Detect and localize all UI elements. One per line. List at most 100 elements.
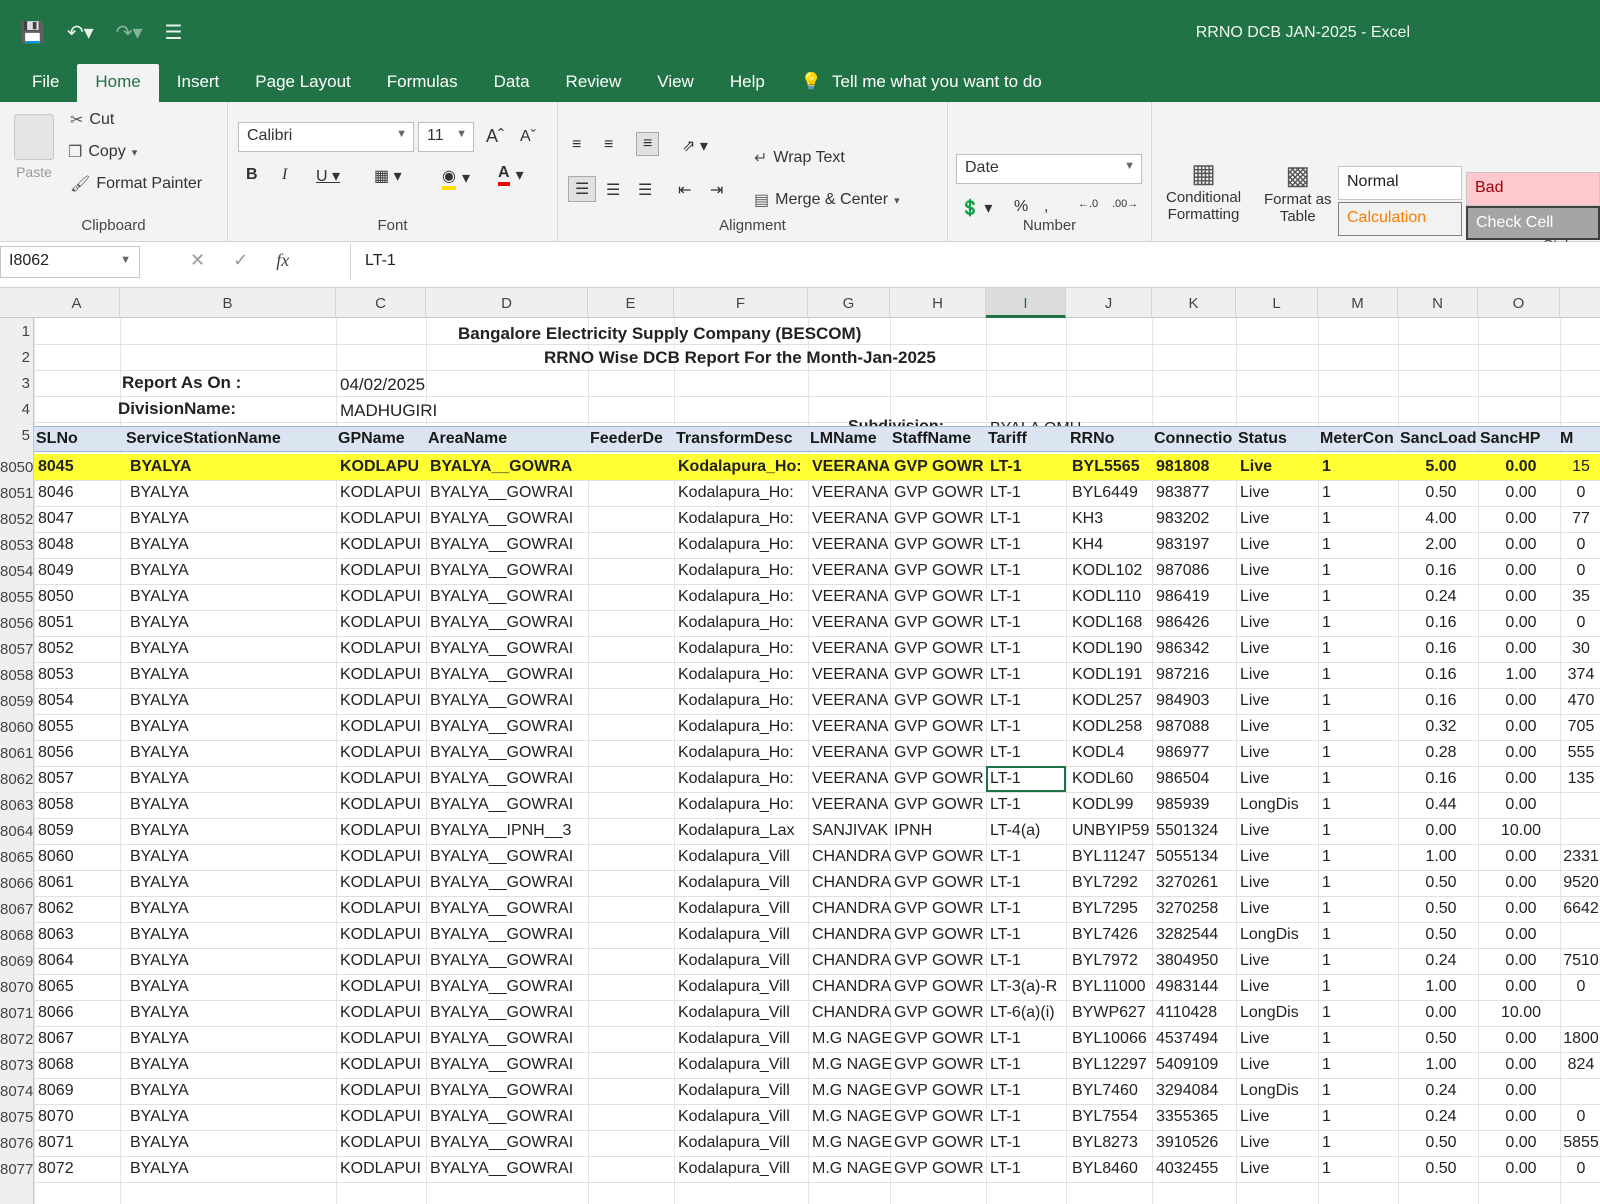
table-cell-sl2[interactable]: 0.50 xyxy=(1402,896,1480,922)
formula-input[interactable]: LT-1 xyxy=(350,244,1600,280)
table-cell-ss[interactable]: BYALYA xyxy=(130,896,340,922)
table-cell-status[interactable]: LongDis xyxy=(1240,922,1320,948)
table-cell-staff[interactable]: GVP GOWR xyxy=(894,1156,988,1182)
copy-button[interactable]: ❐ Copy ▾ xyxy=(68,142,137,162)
table-cell-hp[interactable]: 0.00 xyxy=(1482,870,1560,896)
table-cell-staff[interactable]: GVP GOWR xyxy=(894,974,988,1000)
table-cell-rrno[interactable]: BYL6449 xyxy=(1072,480,1154,506)
table-cell-tariff[interactable]: LT-1 xyxy=(990,1078,1070,1104)
table-cell-mc[interactable]: 1 xyxy=(1322,870,1400,896)
table-cell-conn[interactable]: 986426 xyxy=(1156,610,1238,636)
table-cell-conn[interactable]: 987216 xyxy=(1156,662,1238,688)
table-cell-rrno[interactable]: KH4 xyxy=(1072,532,1154,558)
fill-color-icon[interactable]: ◉ ▾ xyxy=(442,166,470,190)
table-cell-status[interactable]: Live xyxy=(1240,870,1320,896)
table-cell-m[interactable]: 77 xyxy=(1562,506,1600,532)
redo-icon[interactable]: ↷▾ xyxy=(116,20,143,45)
currency-icon[interactable]: 💲 ▾ xyxy=(960,198,992,218)
tell-me-box[interactable]: 💡 Tell me what you want to do xyxy=(783,64,1056,102)
table-cell-hp[interactable]: 0.00 xyxy=(1482,532,1560,558)
table-cell-rrno[interactable]: BYL7295 xyxy=(1072,896,1154,922)
table-cell-sl2[interactable]: 2.00 xyxy=(1402,532,1480,558)
top-align-icon[interactable]: ≡ xyxy=(572,136,581,154)
table-cell-sl[interactable]: 8050 xyxy=(38,584,126,610)
table-cell-staff[interactable]: GVP GOWR xyxy=(894,506,988,532)
column-header-b[interactable]: B xyxy=(120,288,336,318)
paste-button[interactable]: Paste xyxy=(14,114,54,180)
table-cell-ss[interactable]: BYALYA xyxy=(130,688,340,714)
table-cell-gp[interactable]: KODLAPUI xyxy=(340,610,428,636)
middle-align-icon[interactable]: ≡ xyxy=(604,136,613,154)
comma-icon[interactable]: , xyxy=(1044,198,1048,216)
table-cell-gp[interactable]: KODLAPU xyxy=(340,454,428,480)
table-cell-sl[interactable]: 8062 xyxy=(38,896,126,922)
table-cell-rrno[interactable]: KODL190 xyxy=(1072,636,1154,662)
table-cell-area[interactable]: BYALYA__GOWRAI xyxy=(430,662,590,688)
table-cell-sl2[interactable]: 0.16 xyxy=(1402,766,1480,792)
table-cell-gp[interactable]: KODLAPUI xyxy=(340,1078,428,1104)
table-cell-rrno[interactable]: BYL7292 xyxy=(1072,870,1154,896)
table-cell-tr[interactable]: Kodalapura_Ho: xyxy=(678,662,810,688)
table-cell-sl2[interactable]: 0.50 xyxy=(1402,1130,1480,1156)
table-cell-mc[interactable]: 1 xyxy=(1322,480,1400,506)
table-cell-mc[interactable]: 1 xyxy=(1322,922,1400,948)
table-cell-sl[interactable]: 8072 xyxy=(38,1156,126,1182)
table-cell-lm[interactable]: VEERANA xyxy=(812,766,892,792)
table-cell-staff[interactable]: GVP GOWR xyxy=(894,662,988,688)
font-size-select[interactable]: 11 ▼ xyxy=(418,122,474,152)
table-cell-sl[interactable]: 8052 xyxy=(38,636,126,662)
table-cell-conn[interactable]: 5409109 xyxy=(1156,1052,1238,1078)
table-cell-status[interactable]: Live xyxy=(1240,714,1320,740)
table-cell-gp[interactable]: KODLAPUI xyxy=(340,532,428,558)
table-cell-status[interactable]: LongDis xyxy=(1240,1078,1320,1104)
table-cell-sl2[interactable]: 0.32 xyxy=(1402,714,1480,740)
increase-decimal-icon[interactable]: ←.0 xyxy=(1078,198,1098,210)
table-cell-lm[interactable]: CHANDRA xyxy=(812,948,892,974)
table-cell-mc[interactable]: 1 xyxy=(1322,974,1400,1000)
table-cell-tr[interactable]: Kodalapura_Vill xyxy=(678,1104,810,1130)
table-cell-rrno[interactable]: BYL8273 xyxy=(1072,1130,1154,1156)
table-cell-area[interactable]: BYALYA__GOWRAI xyxy=(430,974,590,1000)
table-cell-ss[interactable]: BYALYA xyxy=(130,1052,340,1078)
table-cell-sl[interactable]: 8055 xyxy=(38,714,126,740)
table-cell-m[interactable]: 0 xyxy=(1562,532,1600,558)
table-cell-tariff[interactable]: LT-1 xyxy=(990,636,1070,662)
table-cell-tr[interactable]: Kodalapura_Vill xyxy=(678,1026,810,1052)
table-cell-hp[interactable]: 0.00 xyxy=(1482,506,1560,532)
table-cell-sl[interactable]: 8058 xyxy=(38,792,126,818)
table-cell-ss[interactable]: BYALYA xyxy=(130,584,340,610)
table-cell-mc[interactable]: 1 xyxy=(1322,454,1400,480)
table-cell-mc[interactable]: 1 xyxy=(1322,532,1400,558)
table-cell-tariff[interactable]: LT-1 xyxy=(990,1156,1070,1182)
table-cell-sl2[interactable]: 1.00 xyxy=(1402,974,1480,1000)
table-cell-tariff[interactable]: LT-1 xyxy=(990,558,1070,584)
table-cell-lm[interactable]: VEERANA xyxy=(812,558,892,584)
table-cell-tr[interactable]: Kodalapura_Ho: xyxy=(678,766,810,792)
table-cell-sl[interactable]: 8048 xyxy=(38,532,126,558)
table-cell-area[interactable]: BYALYA__GOWRAI xyxy=(430,1104,590,1130)
table-cell-area[interactable]: BYALYA__GOWRAI xyxy=(430,948,590,974)
insert-function-icon[interactable]: fx xyxy=(276,250,289,271)
table-cell-tariff[interactable]: LT-1 xyxy=(990,610,1070,636)
style-check-cell[interactable]: Check Cell xyxy=(1466,206,1600,240)
table-cell-sl[interactable]: 8057 xyxy=(38,766,126,792)
table-cell-staff[interactable]: GVP GOWR xyxy=(894,714,988,740)
table-cell-tr[interactable]: Kodalapura_Vill xyxy=(678,922,810,948)
table-cell-sl[interactable]: 8045 xyxy=(38,454,126,480)
table-cell-tariff[interactable]: LT-1 xyxy=(990,584,1070,610)
table-cell-area[interactable]: BYALYA__GOWRAI xyxy=(430,844,590,870)
table-cell-tr[interactable]: Kodalapura_Vill xyxy=(678,870,810,896)
table-cell-ss[interactable]: BYALYA xyxy=(130,662,340,688)
table-cell-lm[interactable]: VEERANA xyxy=(812,740,892,766)
table-cell-gp[interactable]: KODLAPUI xyxy=(340,1130,428,1156)
table-cell-tariff[interactable]: LT-1 xyxy=(990,532,1070,558)
table-cell-status[interactable]: Live xyxy=(1240,948,1320,974)
table-cell-hp[interactable]: 0.00 xyxy=(1482,454,1560,480)
column-header-j[interactable]: J xyxy=(1066,288,1152,318)
table-cell-gp[interactable]: KODLAPUI xyxy=(340,558,428,584)
table-cell-conn[interactable]: 4537494 xyxy=(1156,1026,1238,1052)
table-cell-tariff[interactable]: LT-1 xyxy=(990,454,1070,480)
table-cell-staff[interactable]: GVP GOWR xyxy=(894,584,988,610)
table-cell-sl[interactable]: 8051 xyxy=(38,610,126,636)
table-cell-hp[interactable]: 0.00 xyxy=(1482,1156,1560,1182)
